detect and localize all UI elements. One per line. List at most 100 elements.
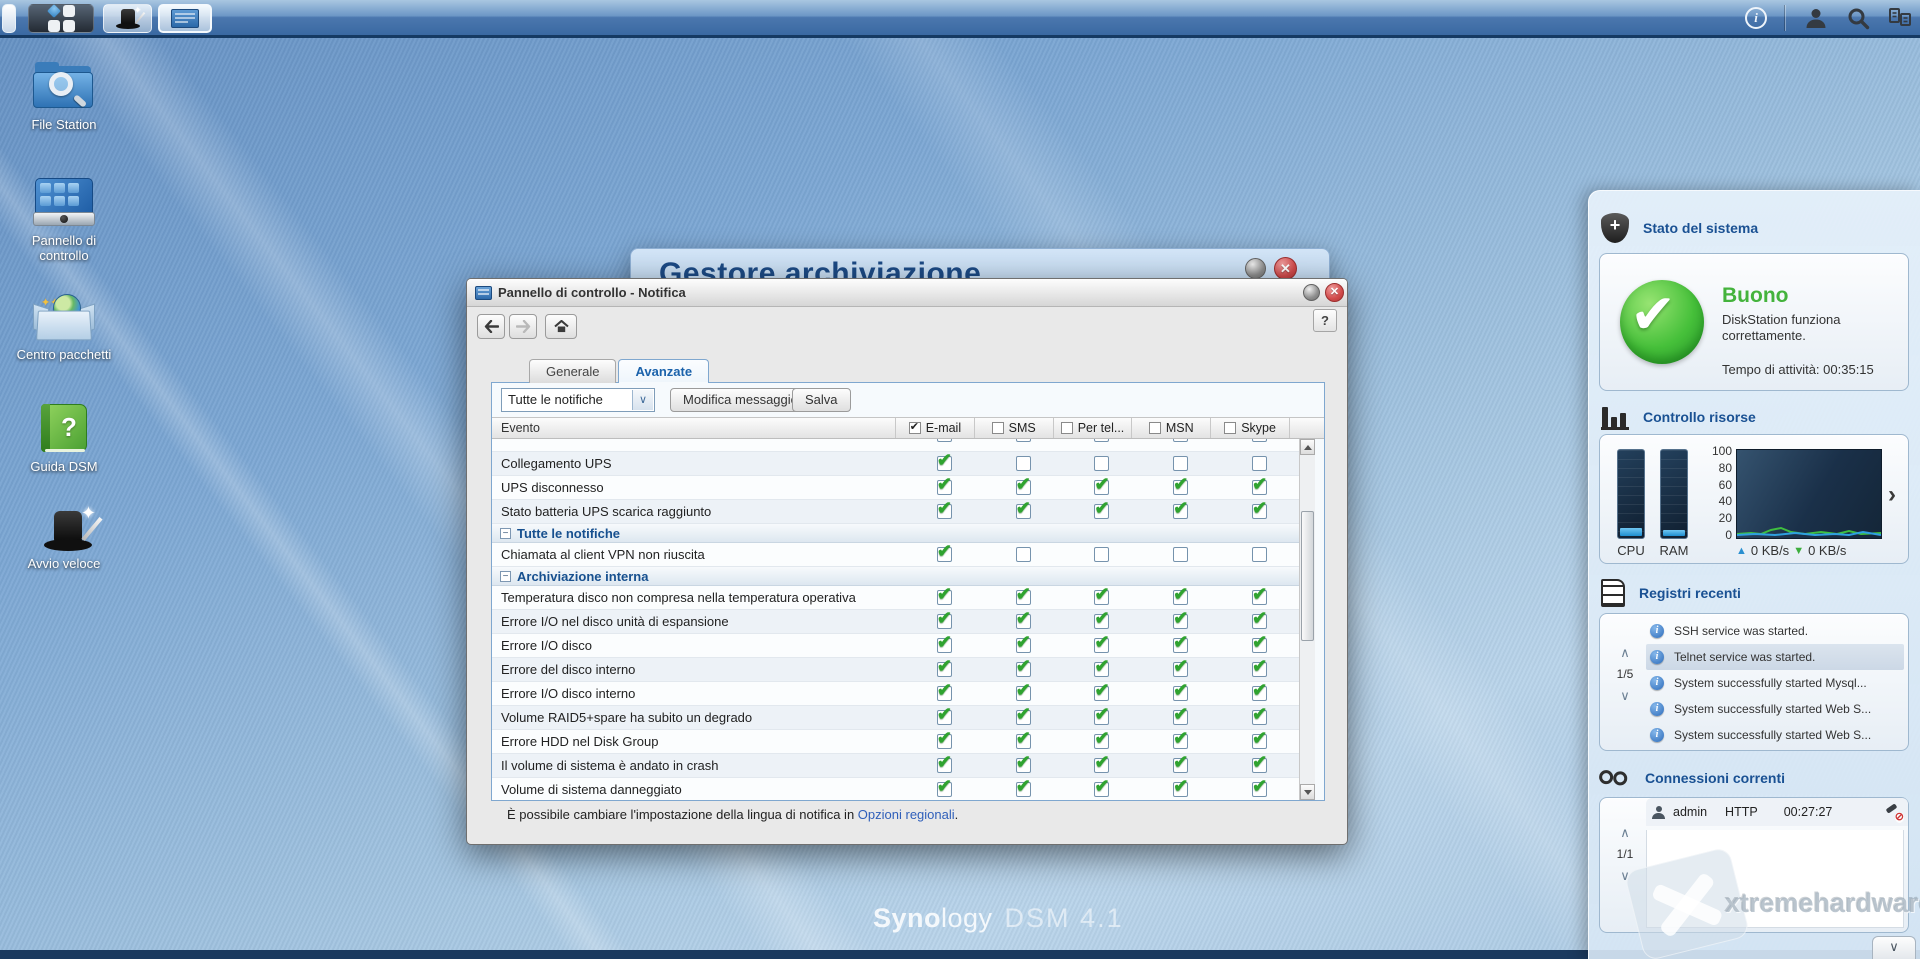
channel-column-header[interactable]: Per tel... xyxy=(1054,418,1133,438)
scrollbar-thumb[interactable] xyxy=(1301,511,1314,641)
notify-checkbox[interactable] xyxy=(1016,758,1031,773)
pilot-view-icon[interactable] xyxy=(1888,6,1912,30)
forward-button-disabled[interactable] xyxy=(509,314,537,339)
notify-checkbox[interactable] xyxy=(1173,710,1188,725)
table-row[interactable]: Volume di sistema danneggiato xyxy=(492,778,1299,800)
notify-checkbox[interactable] xyxy=(1094,662,1109,677)
table-row[interactable]: Collegamento UPS xyxy=(492,452,1299,476)
notify-checkbox[interactable] xyxy=(937,504,952,519)
table-row[interactable]: Errore I/O nel disco unità di espansione xyxy=(492,610,1299,634)
notify-checkbox[interactable] xyxy=(937,734,952,749)
channel-select-all-checkbox[interactable] xyxy=(1061,422,1073,434)
notify-checkbox[interactable] xyxy=(937,638,952,653)
notify-checkbox[interactable] xyxy=(1016,439,1031,442)
notify-checkbox[interactable] xyxy=(1252,758,1267,773)
close-button[interactable]: ✕ xyxy=(1325,283,1344,302)
notify-checkbox[interactable] xyxy=(1173,758,1188,773)
notify-checkbox[interactable] xyxy=(1094,782,1109,797)
log-entry[interactable]: iSystem successfully started Mysql... xyxy=(1646,670,1904,696)
notify-checkbox[interactable] xyxy=(937,710,952,725)
notify-checkbox[interactable] xyxy=(1252,662,1267,677)
main-menu-button[interactable] xyxy=(28,4,94,33)
notify-checkbox[interactable] xyxy=(1252,456,1267,471)
close-button[interactable]: ✕ xyxy=(1274,257,1297,280)
channel-select-all-checkbox[interactable] xyxy=(992,422,1004,434)
help-button[interactable]: ? xyxy=(1313,309,1337,332)
notify-checkbox[interactable] xyxy=(1252,782,1267,797)
notify-checkbox[interactable] xyxy=(1173,456,1188,471)
search-icon[interactable] xyxy=(1846,6,1870,30)
notify-checkbox[interactable] xyxy=(1173,480,1188,495)
scroll-up-button[interactable] xyxy=(1300,439,1315,455)
notify-checkbox[interactable] xyxy=(1173,638,1188,653)
notify-checkbox[interactable] xyxy=(1094,758,1109,773)
taskbar-window-storage-manager[interactable] xyxy=(158,4,212,33)
notify-checkbox[interactable] xyxy=(1094,439,1109,442)
show-desktop-button[interactable] xyxy=(2,4,16,33)
minimize-button[interactable] xyxy=(1245,258,1266,279)
channel-column-header[interactable]: MSN xyxy=(1132,418,1211,438)
table-row[interactable]: Stato batteria UPS scarica raggiunto xyxy=(492,500,1299,524)
tab-generale[interactable]: Generale xyxy=(529,359,616,383)
user-icon[interactable] xyxy=(1804,6,1828,30)
channel-select-all-checkbox[interactable] xyxy=(909,422,921,434)
table-row[interactable]: Temperatura disco non compresa nella tem… xyxy=(492,586,1299,610)
log-entry[interactable]: iSystem successfully started Web S... xyxy=(1646,696,1904,722)
notify-checkbox[interactable] xyxy=(937,662,952,677)
notify-checkbox[interactable] xyxy=(1016,710,1031,725)
notify-checkbox[interactable] xyxy=(1016,456,1031,471)
back-button[interactable] xyxy=(477,314,505,339)
desktop-icon-file-station[interactable]: File Station xyxy=(6,62,122,133)
table-row[interactable]: Errore I/O disco interno xyxy=(492,682,1299,706)
notify-checkbox[interactable] xyxy=(1173,439,1188,442)
edit-message-button[interactable]: Modifica messaggio xyxy=(670,388,811,412)
notify-checkbox[interactable] xyxy=(1016,547,1031,562)
notify-checkbox[interactable] xyxy=(1016,614,1031,629)
notify-checkbox[interactable] xyxy=(1094,456,1109,471)
pager-up-icon[interactable]: ∧ xyxy=(1620,646,1630,659)
disconnect-icon[interactable] xyxy=(1884,804,1902,820)
notify-checkbox[interactable] xyxy=(1252,590,1267,605)
notify-checkbox[interactable] xyxy=(1252,547,1267,562)
notify-checkbox[interactable] xyxy=(1094,686,1109,701)
notify-checkbox[interactable] xyxy=(1094,480,1109,495)
notify-checkbox[interactable] xyxy=(1252,480,1267,495)
notify-checkbox[interactable] xyxy=(937,480,952,495)
notify-checkbox[interactable] xyxy=(1016,662,1031,677)
dialog-titlebar[interactable]: Pannello di controllo - Notifica xyxy=(467,279,1347,307)
table-row[interactable]: UPS disconnesso xyxy=(492,476,1299,500)
channel-column-header[interactable]: SMS xyxy=(975,418,1054,438)
log-entry[interactable]: iSystem successfully started Web S... xyxy=(1646,722,1904,748)
notify-checkbox[interactable] xyxy=(1252,439,1267,442)
table-row[interactable]: Il volume di sistema è andato in crash xyxy=(492,754,1299,778)
desktop-icon-package-center[interactable]: ✦✦ Centro pacchetti xyxy=(6,292,122,363)
notify-checkbox[interactable] xyxy=(1173,614,1188,629)
collapse-icon[interactable]: − xyxy=(500,528,511,539)
notify-checkbox[interactable] xyxy=(937,614,952,629)
collapse-icon[interactable]: − xyxy=(500,571,511,582)
info-icon[interactable]: i xyxy=(1745,7,1767,29)
table-row[interactable]: Errore I/O disco xyxy=(492,634,1299,658)
notify-checkbox[interactable] xyxy=(1173,734,1188,749)
desktop-icon-dsm-help[interactable]: ? Guida DSM xyxy=(6,404,122,475)
notify-checkbox[interactable] xyxy=(937,758,952,773)
notify-checkbox[interactable] xyxy=(1016,590,1031,605)
log-entry[interactable]: iTelnet service was started. xyxy=(1646,644,1904,670)
notify-checkbox[interactable] xyxy=(1094,590,1109,605)
channel-column-header[interactable]: Skype xyxy=(1211,418,1290,438)
quick-launch-button[interactable]: ✦ xyxy=(103,4,152,33)
regional-options-link[interactable]: Opzioni regionali xyxy=(858,807,955,822)
notify-checkbox[interactable] xyxy=(1016,480,1031,495)
notify-checkbox[interactable] xyxy=(937,590,952,605)
notify-checkbox[interactable] xyxy=(1173,662,1188,677)
channel-select-all-checkbox[interactable] xyxy=(1149,422,1161,434)
notify-checkbox[interactable] xyxy=(1252,686,1267,701)
minimize-button[interactable] xyxy=(1303,284,1320,301)
notify-checkbox[interactable] xyxy=(1094,614,1109,629)
connection-row[interactable]: admin HTTP 00:27:27 xyxy=(1646,798,1908,826)
notify-checkbox[interactable] xyxy=(1252,734,1267,749)
notify-checkbox[interactable] xyxy=(1016,734,1031,749)
chevron-right-icon[interactable]: › xyxy=(1888,483,1896,507)
home-button[interactable] xyxy=(545,314,577,339)
notify-checkbox[interactable] xyxy=(937,547,952,562)
